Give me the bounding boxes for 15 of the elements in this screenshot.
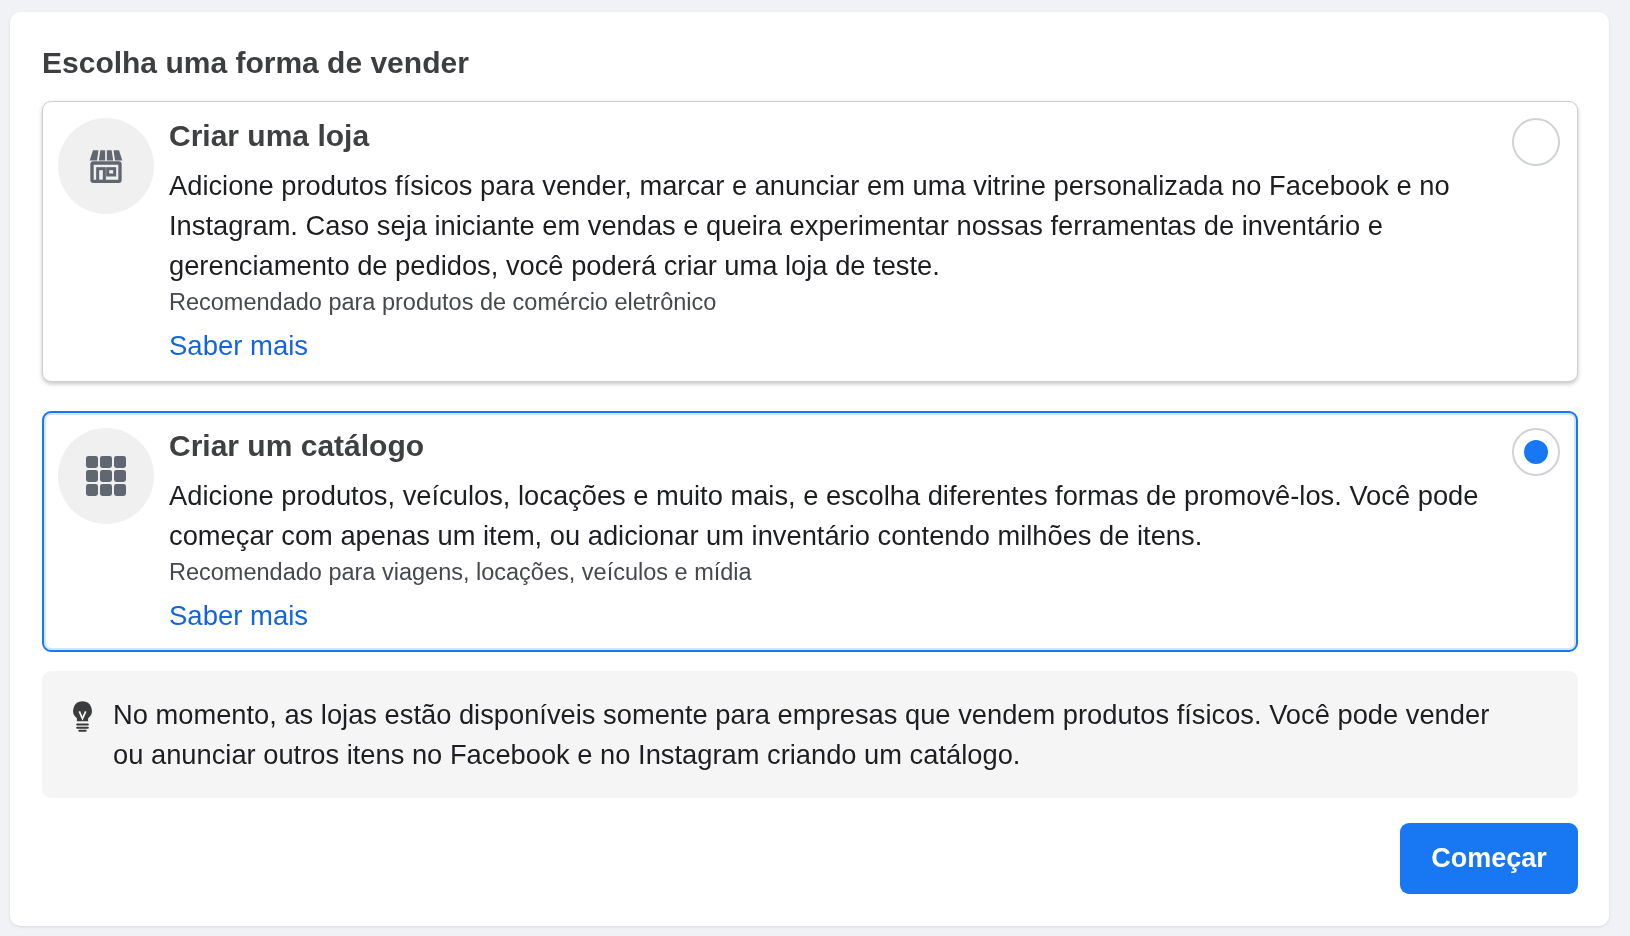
- option-title: Criar um catálogo: [169, 428, 426, 464]
- learn-more-link[interactable]: Saber mais: [169, 599, 309, 633]
- option-description: Adicione produtos, veículos, locações e muito mais, e escolha diferentes formas de promovê-los. Você pode começar com apenas um item, ou adicionar um inventário contendo milhões de itens.: [169, 479, 1480, 553]
- dialog-heading: Escolha uma forma de vender: [42, 46, 470, 80]
- radio-button[interactable]: [1512, 118, 1560, 166]
- radio-button[interactable]: [1512, 428, 1560, 476]
- notice-text: No momento, as lojas estão disponíveis somente para empresas que vendem produtos físicos. Você pode vender ou anunciar outros itens no Facebook e no Instagram criando um catálogo.: [113, 698, 1491, 772]
- start-button[interactable]: Começar: [1400, 823, 1578, 894]
- option-description: Adicione produtos físicos para vender, marcar e anunciar em uma vitrine personalizada no Facebook e no Instagram. Caso seja iniciante em vendas e queira experimentar nossas ferramentas de inventário e gerenciamento de pedidos, você poderá criar uma loja de teste.: [169, 169, 1451, 283]
- recommendation-text: Recomendado para produtos de comércio eletrônico: [169, 288, 718, 316]
- recommendation-text: Recomendado para viagens, locações, veículos e mídia: [169, 558, 753, 586]
- learn-more-link[interactable]: Saber mais: [169, 329, 309, 363]
- option-title: Criar uma loja: [169, 118, 371, 154]
- option-card[interactable]: [42, 411, 1578, 652]
- lightbulb-icon: [71, 700, 94, 732]
